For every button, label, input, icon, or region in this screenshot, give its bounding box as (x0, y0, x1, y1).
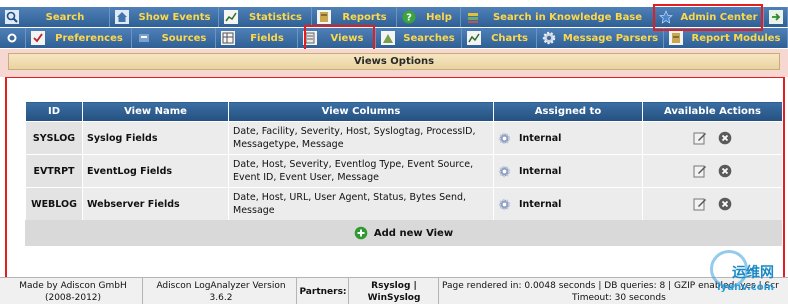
edit-icon[interactable] (693, 131, 707, 145)
col-header-actions: Available Actions (642, 101, 783, 122)
table-header-row: ID View Name View Columns Assigned to Av… (25, 101, 783, 122)
table-row: EVTRPT EventLog Fields Date, Host, Sever… (25, 154, 783, 188)
menu-report-modules[interactable]: Report Modules (664, 28, 788, 48)
row-id: WEBLOG (25, 187, 83, 221)
add-new-view-button[interactable]: Add new View (354, 226, 453, 240)
watermark: 运维网 iyunv.com (717, 262, 774, 293)
footer: Made by Adiscon GmbH (2008-2012) Adiscon… (0, 277, 788, 304)
footer-version: 3.6.2 (209, 293, 233, 303)
sources-icon (139, 34, 149, 42)
menu-search[interactable]: Search (0, 7, 110, 27)
menu-views[interactable]: Views (298, 28, 376, 48)
menu-charts[interactable]: Charts (462, 28, 537, 48)
delete-icon[interactable] (718, 197, 732, 211)
searches-icon (381, 31, 395, 45)
menu-preferences[interactable]: Preferences (26, 28, 132, 48)
gear-icon (542, 31, 556, 45)
row-view-columns: Date, Facility, Severity, Host, Syslogta… (228, 121, 494, 155)
menu-admin-center[interactable]: Admin Center (654, 7, 764, 27)
add-row: Add new View (25, 220, 782, 246)
views-table: ID View Name View Columns Assigned to Av… (25, 101, 783, 221)
row-assigned-to: Internal (519, 165, 562, 177)
menu-statistics[interactable]: Statistics (219, 7, 312, 27)
gear-icon (498, 165, 511, 177)
edit-icon[interactable] (693, 197, 707, 211)
footer-made-by: Made by Adiscon GmbH (19, 281, 127, 291)
search-icon (5, 10, 19, 24)
star-icon (659, 10, 673, 24)
row-id: SYSLOG (25, 121, 83, 155)
report-modules-icon (669, 31, 683, 45)
footer-product[interactable]: Adiscon LogAnalyzer Version (146, 280, 296, 292)
row-assigned-to: Internal (519, 198, 562, 210)
partner-rsyslog-link[interactable]: Rsyslog | (352, 280, 436, 292)
footer-partners: Partners: (299, 287, 347, 297)
gear-icon (498, 132, 511, 144)
row-view-name: EventLog Fields (82, 154, 229, 188)
table-row: SYSLOG Syslog Fields Date, Facility, Sev… (25, 121, 783, 155)
menu-knowledge-base[interactable]: Search in Knowledge Base (461, 7, 654, 27)
page-title: Views Options (8, 53, 780, 70)
row-id: EVTRPT (25, 154, 83, 188)
edit-icon[interactable] (693, 164, 707, 178)
footer-render-time: Page rendered in: 0.0048 seconds (442, 281, 596, 291)
main-menu: Search Show Events Statistics Reports ? … (0, 7, 788, 27)
col-header-view-name: View Name (82, 101, 229, 122)
svg-text:?: ? (406, 13, 412, 24)
charts-icon (467, 31, 481, 45)
preferences-icon (31, 31, 45, 45)
dot-icon (7, 33, 17, 43)
menu-fields[interactable]: Fields (216, 28, 298, 48)
footer-years: (2008-2012) (44, 293, 102, 303)
logout-button[interactable] (764, 7, 788, 27)
menu-sources[interactable]: Sources (132, 28, 216, 48)
home-icon (115, 10, 129, 24)
fields-icon (221, 31, 235, 45)
logout-icon (769, 10, 783, 24)
row-view-name: Syslog Fields (82, 121, 229, 155)
table-row: WEBLOG Webserver Fields Date, Host, URL,… (25, 187, 783, 221)
add-icon (354, 226, 368, 240)
add-new-view-label: Add new View (373, 227, 454, 239)
watermark-url: iyunv.com (717, 282, 774, 293)
row-assigned-to: Internal (519, 132, 562, 144)
menu-show-events[interactable]: Show Events (110, 7, 219, 27)
footer-timeout: Timeout: 30 seconds (572, 293, 666, 303)
knowledge-base-icon (468, 13, 478, 23)
chart-icon (224, 10, 238, 24)
help-icon: ? (402, 10, 416, 24)
watermark-text: 运维网 (732, 265, 774, 281)
menu-reports[interactable]: Reports (312, 7, 397, 27)
row-view-columns: Date, Host, Severity, Eventlog Type, Eve… (228, 154, 494, 188)
partner-winsyslog-link[interactable]: WinSyslog (352, 292, 436, 304)
menu-help[interactable]: ? Help (397, 7, 461, 27)
row-view-name: Webserver Fields (82, 187, 229, 221)
menu-searches[interactable]: Searches (376, 28, 462, 48)
menu-collapse[interactable] (0, 28, 26, 48)
gear-icon (498, 198, 511, 210)
menu-message-parsers[interactable]: Message Parsers (537, 28, 664, 48)
report-icon (317, 10, 331, 24)
col-header-view-columns: View Columns (228, 101, 494, 122)
col-header-assigned-to: Assigned to (493, 101, 643, 122)
admin-menu: Preferences Sources Fields Views Searche… (0, 28, 788, 48)
delete-icon[interactable] (718, 131, 732, 145)
row-view-columns: Date, Host, URL, User Agent, Status, Byt… (228, 187, 494, 221)
col-header-id: ID (25, 101, 83, 122)
views-icon (303, 31, 317, 45)
delete-icon[interactable] (718, 164, 732, 178)
